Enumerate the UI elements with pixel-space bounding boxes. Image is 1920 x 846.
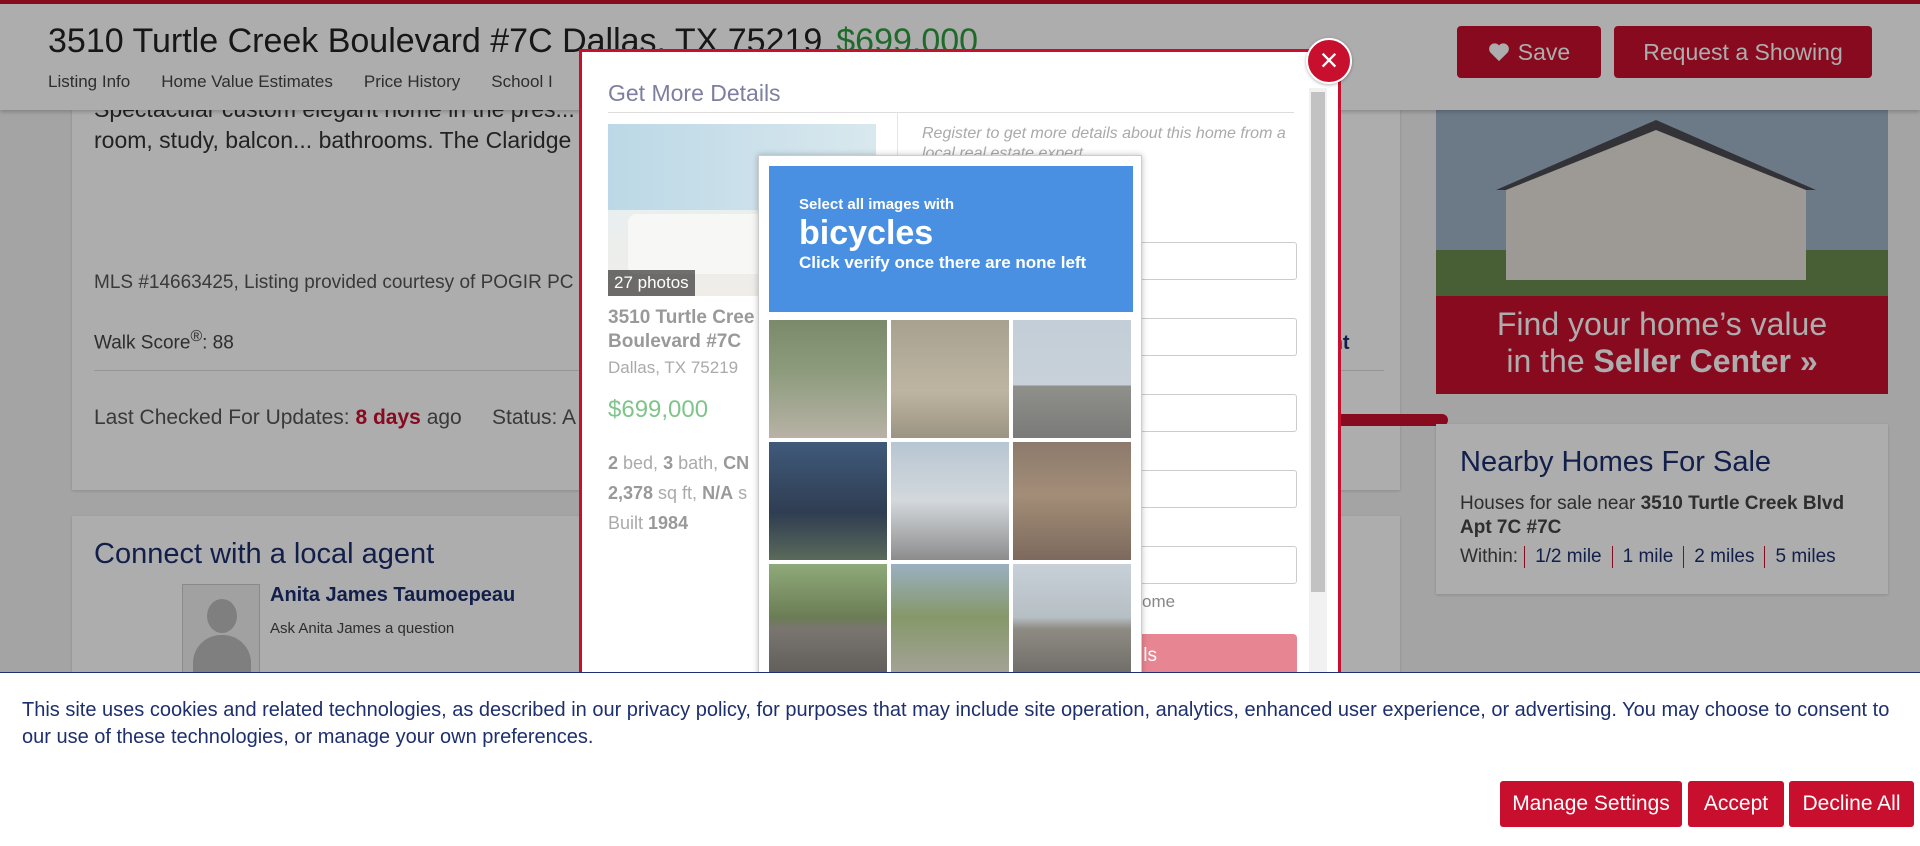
captcha-tile-cyclist-path[interactable] [769, 320, 887, 438]
close-icon[interactable]: × [1306, 38, 1352, 84]
modal-divider [608, 112, 1294, 113]
accept-button[interactable]: Accept [1688, 781, 1784, 827]
modal-scrollbar[interactable] [1309, 88, 1327, 676]
captcha-tile-road-car[interactable] [769, 564, 887, 682]
modal-city: Dallas, TX 75219 [608, 358, 739, 377]
cookie-text: This site uses cookies and related techn… [22, 699, 1890, 748]
built-value: 1984 [648, 513, 689, 533]
home-option-text: ome [1142, 592, 1176, 611]
captcha-grid [769, 320, 1133, 682]
captcha-tile-tree-street[interactable] [891, 564, 1009, 682]
captcha-header: Select all images with bicycles Click ve… [769, 166, 1133, 312]
specs-line-beds: 2 bed, 3 bath, CN [608, 453, 750, 473]
specs-line-size: 2,378 sq ft, N/A s [608, 483, 748, 503]
cookie-banner: This site uses cookies and related techn… [0, 672, 1920, 846]
sqft-value: 2,378 [608, 483, 654, 503]
captcha-tile-parked-bikes[interactable] [891, 320, 1009, 438]
scrollbar-thumb[interactable] [1311, 92, 1325, 592]
lot-value: N/A [702, 483, 734, 503]
baths-value: 3 [663, 453, 674, 473]
photo-count-badge: 27 photos [608, 270, 695, 296]
captcha-tile-van[interactable] [1013, 442, 1131, 560]
captcha-hint: Click verify once there are none left [799, 253, 1087, 272]
captcha-tile-cyclist[interactable] [769, 442, 887, 560]
modal-specs: 2 bed, 3 bath, CN 2,378 sq ft, N/A s Bui… [608, 448, 749, 538]
captcha-challenge: Select all images with bicycles Click ve… [758, 155, 1142, 685]
modal-price: $699,000 [608, 396, 709, 423]
decline-all-button[interactable]: Decline All [1789, 781, 1914, 827]
captcha-target: bicycles [799, 214, 934, 252]
captcha-instruction: Select all images with [799, 196, 955, 213]
specs-line-built: Built 1984 [608, 513, 689, 533]
beds-value: 2 [608, 453, 619, 473]
modal-title: Get More Details [608, 80, 781, 106]
captcha-tile-highway[interactable] [1013, 564, 1131, 682]
modal-address: 3510 Turtle Cree Boulevard #7C [608, 307, 755, 352]
bath-extra: CN [723, 453, 750, 473]
captcha-tile-parking-lot[interactable] [1013, 320, 1131, 438]
manage-settings-button[interactable]: Manage Settings [1500, 781, 1682, 827]
captcha-tile-intersection[interactable] [891, 442, 1009, 560]
